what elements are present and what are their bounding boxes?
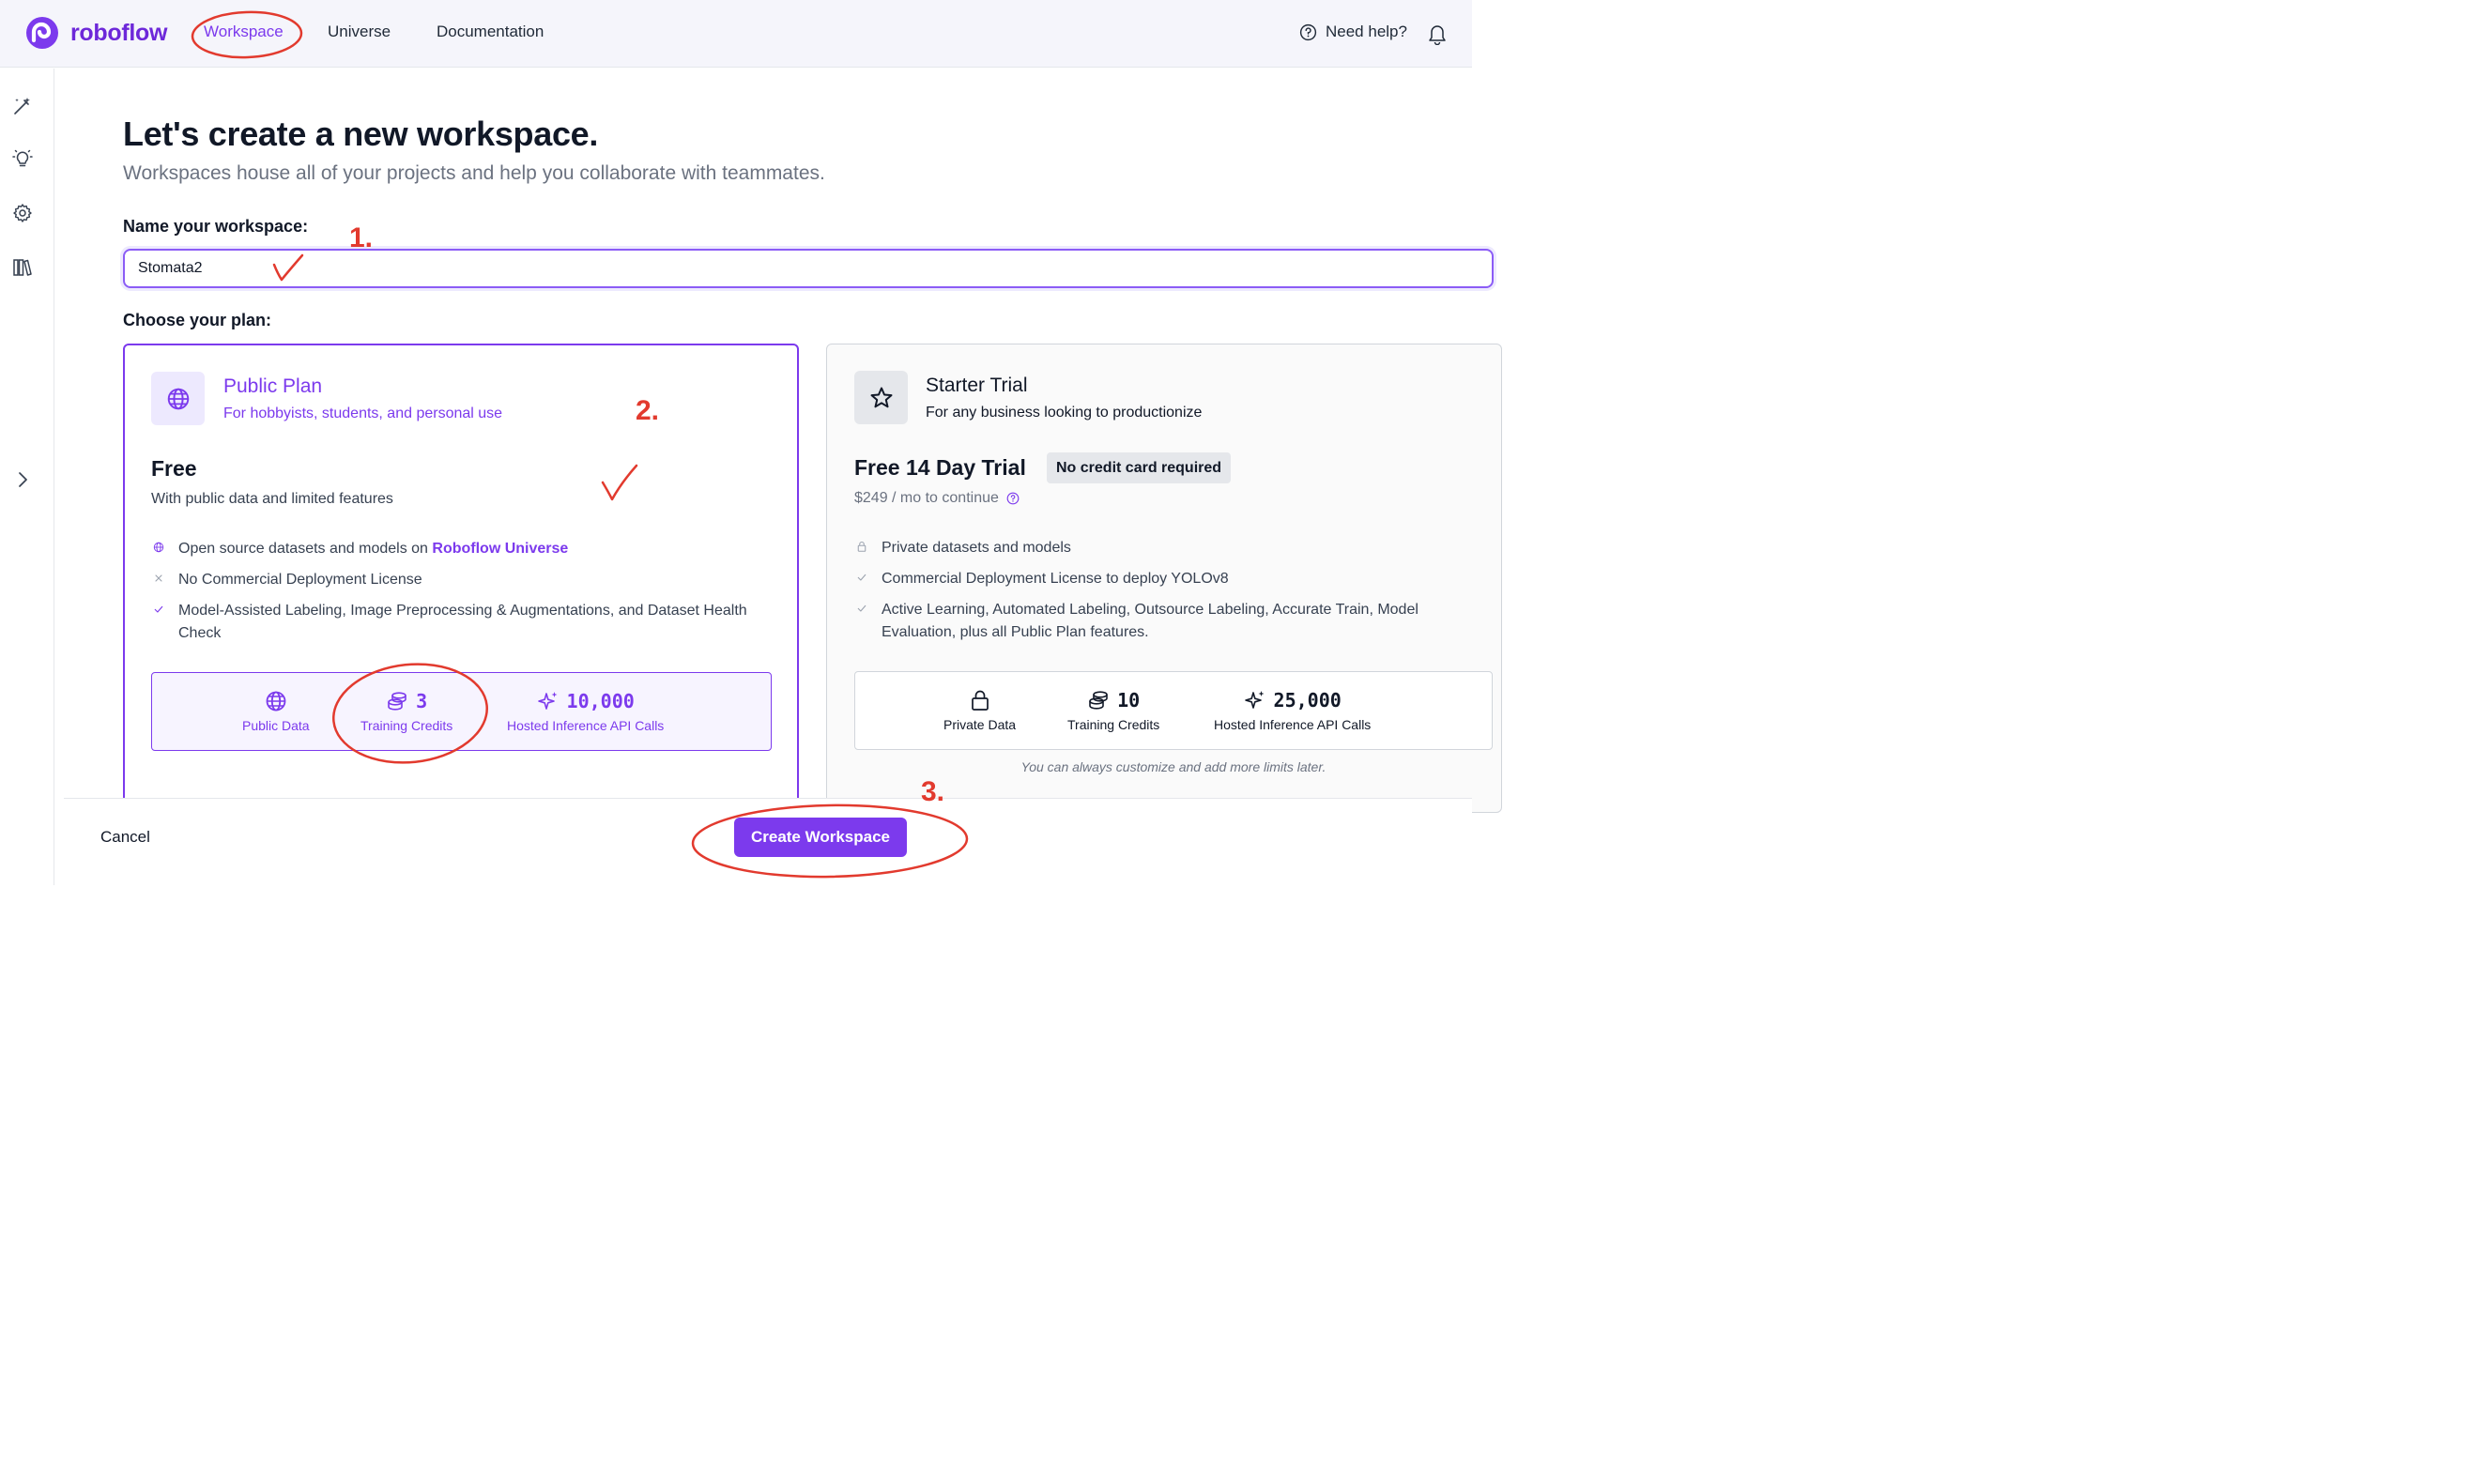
- nav-documentation[interactable]: Documentation: [437, 23, 544, 41]
- step-2-annotation: 2.: [636, 395, 660, 426]
- library-icon[interactable]: [11, 256, 34, 279]
- nav-universe[interactable]: Universe: [328, 23, 391, 41]
- public-plan-card[interactable]: Public Plan For hobbyists, students, and…: [123, 344, 799, 813]
- public-plan-icon-box: [151, 372, 205, 425]
- public-data-label: Public Data: [242, 718, 310, 733]
- starter-inference-calls-stat: 25,000 Hosted Inference API Calls: [1214, 688, 1371, 732]
- app-name: roboflow: [70, 19, 168, 46]
- starter-plan-price-sub: $249 / mo to continue: [854, 490, 1020, 507]
- create-workspace-button[interactable]: Create Workspace: [734, 818, 907, 857]
- starter-training-credits-value: 10: [1117, 689, 1141, 711]
- cancel-button[interactable]: Cancel: [100, 828, 150, 847]
- public-plan-stats: Public Data 3 Training Credits 10,000 Ho…: [151, 672, 772, 751]
- no-credit-card-badge: No credit card required: [1047, 452, 1232, 483]
- lightbulb-icon[interactable]: [11, 147, 34, 170]
- page-title: Let's create a new workspace.: [123, 115, 599, 153]
- info-icon[interactable]: [1006, 492, 1020, 505]
- training-credits-value: 3: [416, 690, 428, 712]
- public-data-stat: Public Data: [242, 689, 310, 733]
- training-credits-stat: 3 Training Credits: [360, 689, 452, 733]
- wand-icon[interactable]: [11, 95, 34, 117]
- public-feature-2: No Commercial Deployment License: [151, 569, 771, 591]
- starter-feature-3-text: Active Learning, Automated Labeling, Out…: [882, 602, 1419, 640]
- x-icon: [155, 574, 162, 582]
- public-plan-desc: For hobbyists, students, and personal us…: [223, 405, 503, 421]
- check-icon: [857, 604, 866, 612]
- page-subtitle: Workspaces house all of your projects an…: [123, 162, 825, 184]
- workspace-name-label: Name your workspace:: [123, 217, 309, 236]
- starter-feature-1-text: Private datasets and models: [882, 540, 1071, 556]
- nav-workspace[interactable]: Workspace: [204, 23, 284, 41]
- starter-inference-calls-label: Hosted Inference API Calls: [1214, 717, 1372, 732]
- starter-feature-1: Private datasets and models: [854, 537, 1474, 559]
- step-3-annotation: 3.: [921, 776, 945, 807]
- continue-price: $249 / mo to continue: [854, 490, 999, 506]
- customize-note: You can always customize and add more li…: [1020, 759, 1327, 774]
- coins-icon: [388, 692, 406, 711]
- starter-training-credits-stat: 10 Training Credits: [1067, 688, 1159, 732]
- lock-icon: [971, 690, 989, 711]
- plan-label: Choose your plan:: [123, 311, 272, 329]
- public-plan-price-sub: With public data and limited features: [151, 491, 393, 507]
- sparkles-icon: [1244, 691, 1265, 709]
- starter-plan-icon-box: [854, 371, 908, 424]
- public-feature-3-text: Model-Assisted Labeling, Image Preproces…: [178, 603, 747, 641]
- training-credits-label: Training Credits: [360, 718, 453, 733]
- starter-feature-3: Active Learning, Automated Labeling, Out…: [854, 599, 1474, 644]
- starter-plan-stats: Private Data 10 Training Credits 25,000 …: [854, 671, 1493, 750]
- question-circle-icon: [1299, 23, 1317, 40]
- sidebar: [0, 69, 54, 885]
- lock-icon: [857, 541, 866, 552]
- star-icon: [870, 387, 892, 407]
- public-feature-1-text: Open source datasets and models on: [178, 541, 433, 557]
- public-plan-price: Free: [151, 456, 197, 481]
- starter-plan-title: Starter Trial: [926, 375, 1028, 396]
- sparkles-icon: [537, 692, 558, 710]
- need-help-label: Need help?: [1326, 23, 1407, 40]
- private-data-label: Private Data: [943, 717, 1017, 732]
- starter-plan-desc: For any business looking to productioniz…: [926, 405, 1203, 421]
- inference-calls-value: 10,000: [566, 690, 635, 712]
- public-feature-3: Model-Assisted Labeling, Image Preproces…: [151, 600, 771, 645]
- roboflow-logo[interactable]: roboflow: [25, 16, 167, 50]
- top-nav: roboflow Workspace Universe Documentatio…: [0, 0, 1472, 68]
- starter-trial-card[interactable]: Starter Trial For any business looking t…: [826, 344, 1502, 813]
- check-icon: [154, 605, 163, 613]
- gear-icon[interactable]: [11, 202, 34, 224]
- roboflow-universe-link[interactable]: Roboflow Universe: [432, 541, 568, 557]
- need-help-link[interactable]: Need help?: [1299, 23, 1407, 41]
- globe-icon: [167, 388, 189, 409]
- check-icon: [857, 574, 866, 581]
- public-feature-1: Open source datasets and models on Robof…: [151, 538, 771, 560]
- public-feature-2-text: No Commercial Deployment License: [178, 572, 422, 588]
- chevron-right-icon[interactable]: [11, 468, 34, 491]
- starter-feature-2: Commercial Deployment License to deploy …: [854, 568, 1474, 590]
- bell-icon[interactable]: [1427, 23, 1448, 45]
- coins-icon: [1089, 691, 1108, 710]
- globe-icon: [153, 542, 164, 553]
- private-data-stat: Private Data: [943, 688, 1016, 732]
- starter-training-credits-label: Training Credits: [1067, 717, 1160, 732]
- step-1-annotation: 1.: [349, 222, 374, 253]
- starter-feature-2-text: Commercial Deployment License to deploy …: [882, 571, 1229, 587]
- globe-icon: [266, 691, 286, 711]
- workspace-name-input[interactable]: [123, 249, 1494, 288]
- public-plan-title: Public Plan: [223, 375, 323, 397]
- inference-calls-stat: 10,000 Hosted Inference API Calls: [507, 689, 664, 733]
- starter-plan-price: Free 14 Day Trial: [854, 455, 1026, 480]
- starter-inference-calls-value: 25,000: [1273, 689, 1342, 711]
- roboflow-logo-icon: [26, 17, 58, 49]
- inference-calls-label: Hosted Inference API Calls: [507, 718, 665, 733]
